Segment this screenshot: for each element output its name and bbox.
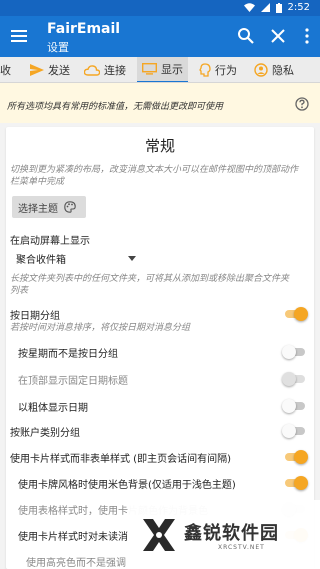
tab-label: 发送 [48, 64, 70, 77]
info-text: 所有选项均具有常用的标准值，无需做出更改即可使用 [7, 102, 224, 112]
dropdown-caret-icon [128, 256, 136, 261]
app-bar: FairEmail 设置 [0, 16, 320, 57]
tab-label: 收 [0, 64, 11, 77]
group-by-week-label: 按星期而不是按日分组 [18, 349, 118, 360]
app-subtitle: 设置 [47, 41, 69, 54]
cloud-icon [84, 64, 100, 76]
startup-screen-dropdown[interactable]: 聚合收件箱 [16, 251, 136, 267]
group-by-account-label: 按账户类别分组 [10, 428, 80, 439]
unified-folder-hint: 长按文件夹列表中的任何文件夹，可将其从添加到或移除出聚合文件夹列表 [10, 274, 290, 296]
settings-tabs: 收 发送 连接 显示 行为 隐私 [0, 57, 320, 83]
overflow-menu-icon[interactable] [298, 27, 316, 45]
bold-date-label: 以粗体显示日期 [18, 403, 88, 414]
menu-icon[interactable] [10, 27, 28, 45]
watermark-name: 鑫锐软件园 [184, 523, 279, 544]
watermark-url: XRCSTV.NET [218, 544, 265, 551]
group-by-date-switch[interactable] [282, 307, 308, 321]
app-title: FairEmail [47, 21, 121, 37]
select-theme-button[interactable]: 选择主题 [12, 196, 86, 218]
group-by-date-label: 按日期分组 [10, 311, 60, 322]
signal-icon [260, 3, 270, 12]
tab-privacy[interactable]: 隐私 [250, 57, 298, 82]
search-icon[interactable] [237, 27, 255, 45]
tab-display[interactable]: 显示 [137, 57, 188, 82]
bold-date-switch[interactable] [282, 399, 308, 413]
startup-screen-value: 聚合收件箱 [16, 255, 66, 266]
close-icon[interactable] [269, 27, 287, 45]
tab-receive[interactable]: 收 [0, 57, 13, 82]
beige-background-label: 使用卡牌风格时使用米色背景(仅适用于浅色主题) [18, 480, 236, 491]
tab-behavior[interactable]: 行为 [195, 57, 241, 82]
select-theme-label: 选择主题 [18, 203, 58, 215]
wifi-icon [243, 3, 255, 12]
battery-icon [275, 2, 282, 13]
help-icon[interactable] [295, 97, 309, 111]
tab-label: 连接 [104, 64, 126, 77]
send-icon [30, 64, 44, 76]
tab-label: 行为 [215, 64, 237, 77]
tab-connection[interactable]: 连接 [80, 57, 130, 82]
fixed-date-header-label: 在顶部显示固定日期标题 [18, 376, 128, 387]
card-style-label: 使用卡片样式而非表单样式 (即主页会话间有间隔) [10, 454, 231, 465]
behavior-icon [199, 63, 211, 77]
privacy-icon [254, 63, 268, 77]
tab-label: 隐私 [272, 64, 294, 77]
card-style-switch[interactable] [282, 450, 308, 464]
compact-layout-hint: 切换到更为紧凑的布局，改变消息文本大小可以在邮件视图中的顶部动作栏菜单中完成 [10, 165, 299, 187]
palette-icon [64, 201, 76, 213]
card-style-unread-label: 使用卡片样式时对未读消 [18, 532, 128, 543]
watermark-logo-icon [143, 519, 175, 551]
beige-background-switch[interactable] [282, 476, 308, 490]
tab-label: 显示 [161, 63, 183, 76]
tab-send[interactable]: 发送 [26, 57, 74, 82]
section-title: 常规 [144, 137, 175, 155]
info-banner: 所有选项均具有常用的标准值，无需做出更改即可使用 [0, 83, 320, 123]
group-by-account-switch[interactable] [282, 424, 308, 438]
highlight-color-label: 使用高亮色而不是强调 [26, 558, 126, 569]
group-by-week-switch[interactable] [282, 345, 308, 359]
group-by-date-hint: 若按时间对消息排序，将仅按日期对消息分组 [10, 323, 191, 333]
status-time: 2:52 [287, 2, 310, 13]
fixed-date-header-switch[interactable] [282, 372, 308, 386]
startup-screen-label: 在启动屏幕上显示 [10, 236, 90, 247]
monitor-icon [142, 63, 157, 75]
status-bar: 2:52 [0, 0, 320, 16]
